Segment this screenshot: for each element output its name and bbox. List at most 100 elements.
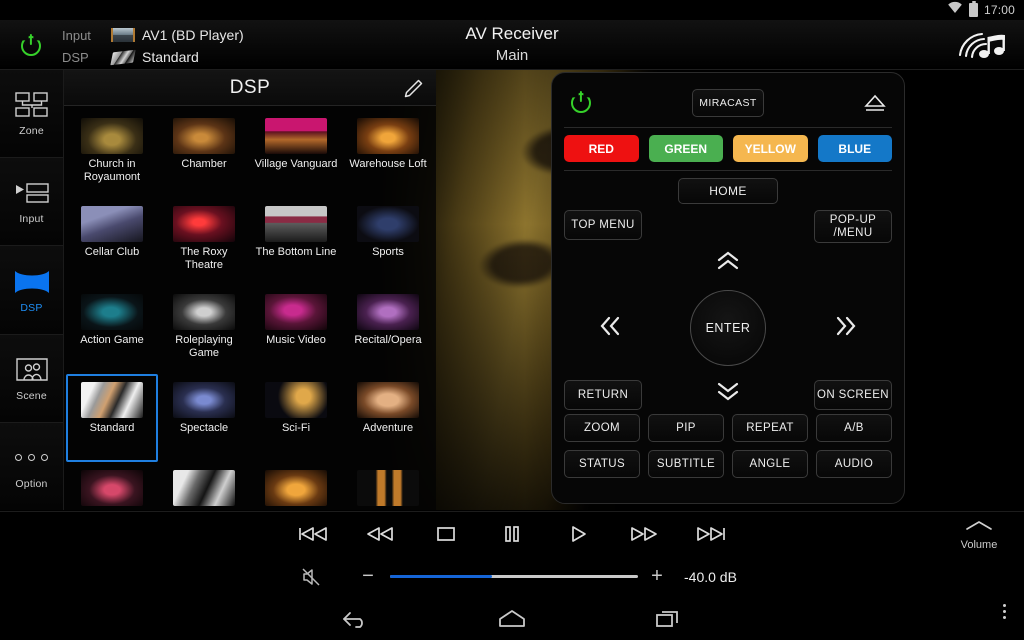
dsp-preset-item[interactable]: Adventure [342,374,434,462]
volume-expand-button[interactable]: Volume [942,514,1016,556]
sidebar-item-label: Scene [16,389,47,402]
dsp-preset-item[interactable]: Recital/Opera [342,286,434,374]
miracast-button[interactable]: MIRACAST [692,89,764,117]
mute-icon[interactable] [296,567,326,587]
popup-menu-button[interactable]: POP-UP/MENU [814,210,892,243]
dsp-icon [13,267,51,297]
header-dsp-label: DSP [62,49,89,65]
dsp-preset-grid[interactable]: Church in Royaumont Chamber Village Vangua… [64,106,436,510]
dsp-preset-item[interactable]: Action Game [66,286,158,374]
play-icon[interactable] [545,514,611,554]
color-button-red[interactable]: RED [564,135,639,162]
skip-previous-icon[interactable] [281,514,347,554]
chevron-right-icon[interactable] [834,314,858,342]
dsp-preset-thumbnail [265,382,327,418]
rewind-icon[interactable] [347,514,413,554]
sidebar-item-label: Input [19,213,44,226]
remote-button-status[interactable]: STATUS [564,450,640,478]
sidebar-item-label: Option [15,477,48,490]
recents-icon[interactable] [640,602,696,636]
dsp-preset-item[interactable]: Music Video [250,286,342,374]
remote-power-button[interactable] [564,91,598,113]
fast-forward-icon[interactable] [611,514,677,554]
sidebar-item-option[interactable]: Option [0,422,63,511]
dsp-preset-item[interactable] [250,462,342,510]
volume-up-button[interactable]: + [645,565,669,588]
dsp-preset-item[interactable]: Sports [342,198,434,286]
dsp-preset-label: Music Video [266,334,326,346]
home-button[interactable]: HOME [678,178,778,204]
color-button-blue[interactable]: BLUE [817,135,892,162]
volume-fill [390,575,492,578]
dsp-preset-item[interactable]: Spectacle [158,374,250,462]
return-button[interactable]: RETURN [564,380,642,410]
pause-icon[interactable] [479,514,545,554]
dsp-preset-item[interactable]: Cellar Club [66,198,158,286]
dsp-preset-item[interactable]: Standard [66,374,158,462]
dsp-preset-item[interactable]: The Bottom Line [250,198,342,286]
android-nav-bar [0,598,1024,640]
dsp-preset-label: The Bottom Line [255,246,337,258]
power-button[interactable] [14,29,48,63]
chevron-left-icon[interactable] [598,314,622,342]
dsp-preset-item[interactable] [158,462,250,510]
dsp-preset-thumbnail [173,382,235,418]
remote-button-audio[interactable]: AUDIO [816,450,892,478]
dsp-preset-item[interactable]: Village Vanguard [250,110,342,198]
home-icon[interactable] [484,602,540,636]
sidebar-item-dsp[interactable]: DSP [0,246,63,335]
dsp-preset-thumbnail [81,206,143,242]
back-icon[interactable] [328,602,384,636]
dsp-preset-label: Church in Royaumont [83,158,141,183]
dsp-preset-thumbnail [173,294,235,330]
pencil-edit-icon[interactable] [402,78,424,100]
enter-button[interactable]: ENTER [690,290,766,366]
dsp-preset-thumbnail [357,294,419,330]
dsp-preset-thumbnail [173,118,235,154]
eject-icon[interactable] [858,92,892,114]
header-dsp-row[interactable]: DSP Standard [62,46,244,68]
battery-icon [968,1,978,17]
color-button-row[interactable]: RED GREEN YELLOW BLUE [564,135,892,162]
dsp-preset-item[interactable]: The Roxy Theatre [158,198,250,286]
sidebar-item-label: Zone [19,125,44,138]
sidebar-item-input[interactable]: Input [0,158,63,247]
remote-button-a-b[interactable]: A/B [816,414,892,442]
remote-function-grid[interactable]: ZOOM PIP REPEAT A/B STATUS SUBTITLE ANGLE AUDIO [564,414,892,478]
dsp-preset-item[interactable]: Church in Royaumont [66,110,158,198]
dsp-preset-item[interactable]: Warehouse Loft [342,110,434,198]
header-input-row[interactable]: Input AV1 (BD Player) [62,24,244,46]
volume-bar: − + -40.0 dB [0,555,1024,598]
volume-down-button[interactable]: − [356,565,380,588]
dsp-preset-label: Spectacle [179,422,229,434]
remote-button-repeat[interactable]: REPEAT [732,414,808,442]
top-menu-button[interactable]: TOP MENU [564,210,642,240]
stop-icon[interactable] [413,514,479,554]
sidebar-item-zone[interactable]: Zone [0,70,63,159]
skip-next-icon[interactable] [677,514,743,554]
chevron-up-icon[interactable] [715,250,741,276]
chevron-down-icon[interactable] [715,380,741,406]
remote-button-angle[interactable]: ANGLE [732,450,808,478]
dsp-preset-label: Standard [89,422,135,434]
dsp-preset-item[interactable] [342,462,434,510]
on-screen-button[interactable]: ON SCREEN [814,380,892,410]
dsp-preset-item[interactable]: Roleplaying Game [158,286,250,374]
sidebar-item-label: DSP [20,301,43,314]
dsp-preset-item[interactable]: Chamber [158,110,250,198]
remote-button-subtitle[interactable]: SUBTITLE [648,450,724,478]
dsp-preset-item[interactable] [66,462,158,510]
dsp-preset-label: Warehouse Loft [349,158,427,170]
sidebar-item-scene[interactable]: Scene [0,334,63,423]
dsp-preset-thumbnail [173,206,235,242]
volume-slider[interactable] [390,569,638,585]
dsp-preset-thumbnail [357,206,419,242]
wifi-icon [947,1,963,19]
color-button-green[interactable]: GREEN [648,135,723,162]
overflow-menu-icon[interactable] [992,604,1016,619]
scene-icon [15,355,49,385]
dsp-preset-item[interactable]: Sci-Fi [250,374,342,462]
remote-button-zoom[interactable]: ZOOM [564,414,640,442]
remote-button-pip[interactable]: PIP [648,414,724,442]
color-button-yellow[interactable]: YELLOW [733,135,808,162]
